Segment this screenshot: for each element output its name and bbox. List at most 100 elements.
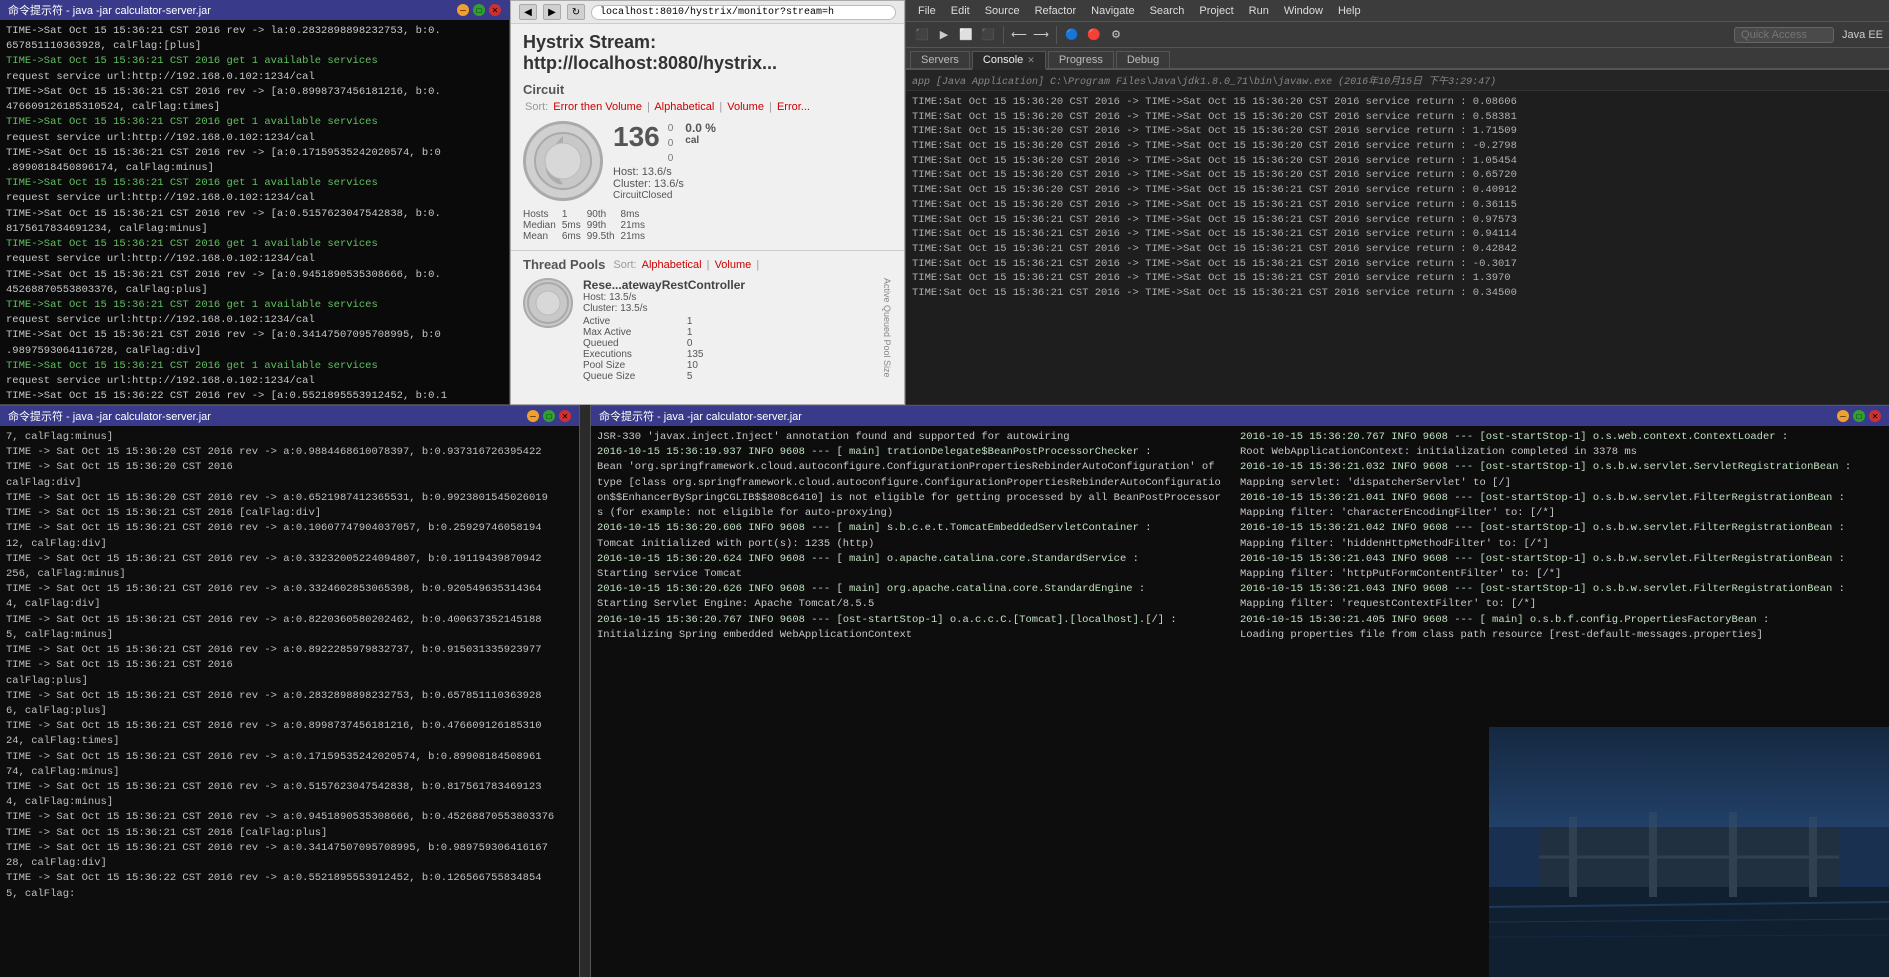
poolsize-val: 10 xyxy=(687,360,745,371)
console-line: TIME:Sat Oct 15 15:36:20 CST 2016 -> TIM… xyxy=(912,198,1883,213)
close-btn[interactable]: ✕ xyxy=(489,4,501,16)
menu-item-project[interactable]: Project xyxy=(1193,3,1239,19)
latency-median-val: 5ms xyxy=(562,220,587,231)
menu-item-navigate[interactable]: Navigate xyxy=(1085,3,1140,19)
sort-error-volume[interactable]: Error then Volume xyxy=(553,101,642,113)
terminal-line: TIME->Sat Oct 15 15:36:21 CST 2016 rev -… xyxy=(6,24,503,39)
minimize-btn-br[interactable]: ─ xyxy=(1837,410,1849,422)
menu-item-edit[interactable]: Edit xyxy=(945,3,976,19)
latency-90th-label: 90th xyxy=(587,209,621,220)
terminal-line: 2016-10-15 15:36:20.767 INFO 9608 --- [o… xyxy=(597,613,1240,628)
toolbar-btn-6[interactable]: ⟶ xyxy=(1031,25,1051,45)
win-controls[interactable]: ─ □ ✕ xyxy=(457,4,501,16)
terminal-line: TIME -> Sat Oct 15 15:36:21 CST 2016 rev… xyxy=(6,521,573,536)
close-btn-br[interactable]: ✕ xyxy=(1869,410,1881,422)
sort-volume[interactable]: Volume xyxy=(727,101,764,113)
terminal-line: TIME->Sat Oct 15 15:36:21 CST 2016 get 1… xyxy=(6,115,503,130)
maximize-btn[interactable]: □ xyxy=(473,4,485,16)
hystrix-url[interactable]: localhost:8010/hystrix/monitor?stream=h xyxy=(591,5,896,20)
eclipse-toolbar: ⬛ ▶ ⬜ ⬛ ⟵ ⟶ 🔵 🔴 ⚙ Java EE xyxy=(906,22,1889,48)
terminal-line: TIME->Sat Oct 15 15:36:21 CST 2016 get 1… xyxy=(6,176,503,191)
maximize-btn-br[interactable]: □ xyxy=(1853,410,1865,422)
terminal-line: type [class org.springframework.cloud.au… xyxy=(597,476,1240,491)
sort-error[interactable]: Error... xyxy=(777,101,810,113)
circuit-svg xyxy=(528,126,598,196)
win-controls-br[interactable]: ─ □ ✕ xyxy=(1837,410,1881,422)
toolbar-btn-4[interactable]: ⬛ xyxy=(978,25,998,45)
toolbar-btn-9[interactable]: ⚙ xyxy=(1106,25,1126,45)
thread-pool-item: Rese...atewayRestController Host: 13.5/s… xyxy=(511,274,904,386)
maximize-btn-bl[interactable]: □ xyxy=(543,410,555,422)
back-btn[interactable]: ◀ xyxy=(519,4,537,20)
terminal-line: 2016-10-15 15:36:21.043 INFO 9608 --- [o… xyxy=(1240,552,1883,567)
circuit-percent: 0.0 % cal xyxy=(685,121,716,146)
tab-console[interactable]: Console✕ xyxy=(972,51,1046,70)
thread-sort-alpha[interactable]: Alphabetical xyxy=(642,259,702,271)
terminal-line: TIME -> Sat Oct 15 15:36:21 CST 2016 [ca… xyxy=(6,506,573,521)
terminal-line: request service url:http://192.168.0.102… xyxy=(6,313,503,328)
hystrix-circuit-area: 136 000 0.0 % cal Host: 13.6/s Cluster: … xyxy=(511,115,904,207)
menu-item-help[interactable]: Help xyxy=(1332,3,1367,19)
forward-btn[interactable]: ▶ xyxy=(543,4,561,20)
tab-servers[interactable]: Servers xyxy=(910,51,970,68)
terminal-line: 4, calFlag:div] xyxy=(6,597,573,612)
menu-item-search[interactable]: Search xyxy=(1144,3,1191,19)
menu-item-run[interactable]: Run xyxy=(1243,3,1275,19)
maxactive-label: Max Active xyxy=(583,327,677,338)
latency-90th-val: 8ms xyxy=(621,209,651,220)
minimize-btn-bl[interactable]: ─ xyxy=(527,410,539,422)
minimize-btn[interactable]: ─ xyxy=(457,4,469,16)
refresh-btn[interactable]: ↻ xyxy=(567,4,585,20)
thread-sort-bar: Sort: Alphabetical | Volume | xyxy=(611,259,761,271)
tab-debug[interactable]: Debug xyxy=(1116,51,1170,68)
console-line: TIME:Sat Oct 15 15:36:20 CST 2016 -> TIM… xyxy=(912,110,1883,125)
terminal-line: 2016-10-15 15:36:21.042 INFO 9608 --- [o… xyxy=(1240,521,1883,536)
terminal-line: request service url:http://192.168.0.102… xyxy=(6,374,503,389)
sort-alphabetical[interactable]: Alphabetical xyxy=(654,101,714,113)
toolbar-btn-7[interactable]: 🔵 xyxy=(1062,25,1082,45)
bottomleft-term-body: 7, calFlag:minus]TIME -> Sat Oct 15 15:3… xyxy=(0,426,579,906)
console-line: TIME:Sat Oct 15 15:36:21 CST 2016 -> TIM… xyxy=(912,271,1883,286)
tab-close-btn[interactable]: ✕ xyxy=(1027,55,1035,65)
terminal-line: TIME -> Sat Oct 15 15:36:20 CST 2016 xyxy=(6,460,573,475)
circuit-closed: CircuitClosed xyxy=(613,190,892,201)
thread-pools-section: Thread Pools Sort: Alphabetical | Volume… xyxy=(511,250,904,386)
queued-label: Queued xyxy=(583,338,677,349)
win-controls-bl[interactable]: ─ □ ✕ xyxy=(527,410,571,422)
terminal-line: TIME -> Sat Oct 15 15:36:21 CST 2016 rev… xyxy=(6,841,573,856)
thread-pool-stats: Active 1 Max Active 1 Queued 0 Execution… xyxy=(583,316,745,382)
eclipse-ide: FileEditSourceRefactorNavigateSearchProj… xyxy=(905,0,1889,405)
tab-progress[interactable]: Progress xyxy=(1048,51,1114,68)
photo-background xyxy=(1489,727,1889,977)
console-header: app [Java Application] C:\Program Files\… xyxy=(906,70,1889,91)
hystrix-panel: ◀ ▶ ↻ localhost:8010/hystrix/monitor?str… xyxy=(510,0,905,405)
terminal-line: 2016-10-15 15:36:20.626 INFO 9608 --- [ … xyxy=(597,582,1240,597)
terminal-line: 657851110363928, calFlag:[plus] xyxy=(6,39,503,54)
toolbar-btn-2[interactable]: ▶ xyxy=(934,25,954,45)
terminal-line: Initializing Spring embedded WebApplicat… xyxy=(597,628,1240,643)
close-btn-bl[interactable]: ✕ xyxy=(559,410,571,422)
toolbar-btn-8[interactable]: 🔴 xyxy=(1084,25,1104,45)
menu-item-refactor[interactable]: Refactor xyxy=(1029,3,1083,19)
terminal-line: JSR-330 'javax.inject.Inject' annotation… xyxy=(597,430,1240,445)
console-line: TIME:Sat Oct 15 15:36:21 CST 2016 -> TIM… xyxy=(912,286,1883,301)
latency-995th-label: 99.5th xyxy=(587,231,621,242)
active-label: Active xyxy=(583,316,677,327)
topleft-title: 命令提示符 - java -jar calculator-server.jar xyxy=(8,2,211,18)
quickaccess-input[interactable] xyxy=(1734,27,1834,43)
maxactive-val: 1 xyxy=(687,327,745,338)
terminal-line: 5, calFlag: xyxy=(6,887,573,902)
executions-val: 135 xyxy=(687,349,745,360)
menu-item-file[interactable]: File xyxy=(912,3,942,19)
terminal-line: TIME->Sat Oct 15 15:36:21 CST 2016 get 1… xyxy=(6,298,503,313)
terminal-bottomleft: 命令提示符 - java -jar calculator-server.jar … xyxy=(0,405,580,977)
terminal-line: TIME->Sat Oct 15 15:36:22 CST 2016 rev -… xyxy=(6,389,503,404)
menu-item-source[interactable]: Source xyxy=(979,3,1026,19)
thread-sort-volume[interactable]: Volume xyxy=(715,259,752,271)
queuesize-label: Queue Size xyxy=(583,371,677,382)
toolbar-btn-5[interactable]: ⟵ xyxy=(1009,25,1029,45)
menu-item-window[interactable]: Window xyxy=(1278,3,1329,19)
toolbar-btn-1[interactable]: ⬛ xyxy=(912,25,932,45)
toolbar-btn-3[interactable]: ⬜ xyxy=(956,25,976,45)
console-line: TIME:Sat Oct 15 15:36:21 CST 2016 -> TIM… xyxy=(912,242,1883,257)
